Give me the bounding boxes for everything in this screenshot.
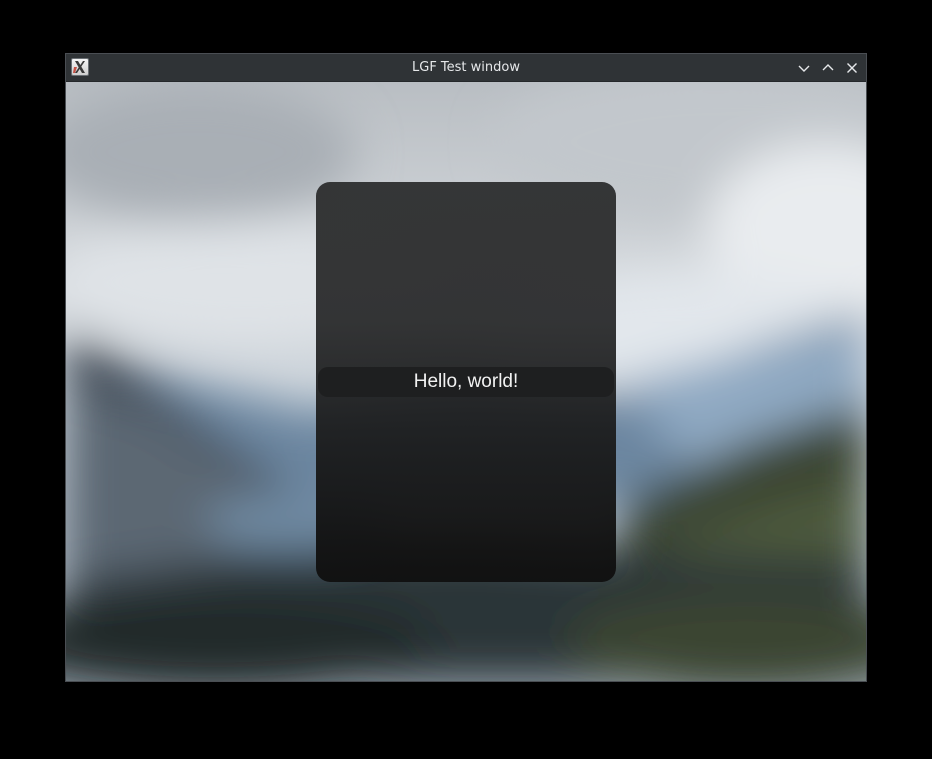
close-button[interactable] [842, 58, 862, 78]
chevron-down-icon [798, 65, 810, 72]
window-content: Hello, world! [66, 82, 866, 681]
window-title: LGF Test window [412, 60, 520, 75]
glass-card: Hello, world! [316, 182, 616, 582]
close-icon [847, 63, 857, 73]
chevron-up-icon [822, 64, 834, 71]
hello-label: Hello, world! [318, 367, 614, 397]
title-bar[interactable]: LGF Test window [66, 54, 866, 82]
maximize-button[interactable] [818, 58, 838, 78]
minimize-button[interactable] [794, 58, 814, 78]
app-window: LGF Test window Hello, world! [65, 53, 867, 682]
